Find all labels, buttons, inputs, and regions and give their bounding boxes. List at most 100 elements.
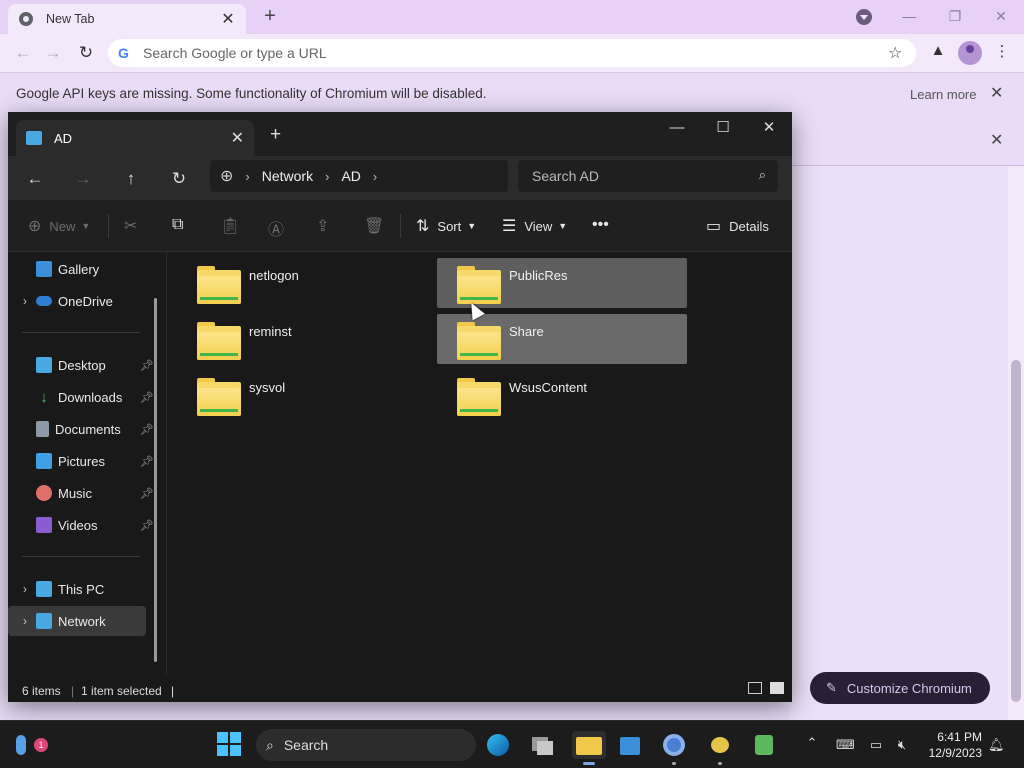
close-icon[interactable]: ✕: [990, 130, 1003, 150]
close-window-icon[interactable]: ✕: [746, 116, 792, 140]
taskbar-search[interactable]: ⌕ Search: [256, 729, 476, 761]
chevron-right-icon[interactable]: ›: [245, 169, 249, 184]
breadcrumb-network[interactable]: Network: [262, 168, 313, 184]
file-explorer-taskbar-icon[interactable]: [572, 731, 606, 765]
pin-icon[interactable]: 📌︎: [140, 487, 154, 500]
scrollbar-thumb[interactable]: [1011, 360, 1021, 702]
details-button[interactable]: ▭ Details: [706, 216, 769, 236]
delete-icon[interactable]: 🗑︎: [364, 216, 392, 236]
forward-icon[interactable]: →: [42, 42, 64, 64]
new-tab-button[interactable]: +: [270, 124, 281, 146]
sort-icon: ⇅: [416, 218, 430, 235]
maximize-icon[interactable]: ☐: [700, 116, 746, 140]
chevron-up-icon[interactable]: ⌃: [804, 735, 820, 751]
pin-icon[interactable]: 📌︎: [140, 423, 154, 436]
sidebar-item-downloads[interactable]: ↓ Downloads 📌︎: [8, 382, 154, 412]
close-window-icon[interactable]: ✕: [978, 4, 1024, 28]
close-icon[interactable]: ✕: [220, 9, 236, 29]
restore-icon[interactable]: ❐: [932, 4, 978, 28]
chromium-icon: [19, 12, 33, 26]
chevron-right-icon[interactable]: ›: [373, 169, 377, 184]
forward-icon[interactable]: →: [72, 168, 94, 190]
share-icon[interactable]: ⇪: [316, 216, 337, 236]
folder-name: sysvol: [249, 380, 286, 395]
experiments-icon[interactable]: ▲: [928, 42, 948, 62]
folder-icon: [197, 378, 241, 416]
nav-scrollbar[interactable]: [154, 298, 157, 662]
app-bee-icon[interactable]: [706, 731, 734, 765]
sidebar-item-music[interactable]: Music 📌︎: [8, 478, 154, 508]
pin-icon[interactable]: 📌︎: [140, 391, 154, 404]
folder-item-sysvol[interactable]: sysvol: [177, 370, 427, 420]
pencil-icon: ✎: [826, 680, 837, 695]
learn-more-link[interactable]: Learn more: [910, 87, 976, 102]
explorer-tab-ad[interactable]: AD ✕: [16, 120, 254, 156]
profile-avatar[interactable]: [958, 41, 982, 65]
weather-widget-icon[interactable]: 1: [10, 731, 48, 759]
pin-icon[interactable]: 📌︎: [140, 359, 154, 372]
breadcrumb-ad[interactable]: AD: [341, 168, 360, 184]
sidebar-item-desktop[interactable]: Desktop 📌︎: [8, 350, 154, 380]
chevron-right-icon[interactable]: ›: [14, 294, 36, 308]
copy-icon[interactable]: ⧉: [172, 216, 191, 234]
store-icon[interactable]: [616, 731, 644, 759]
view-button[interactable]: ☰ View ▼: [502, 216, 567, 236]
tab-search-icon[interactable]: [856, 9, 872, 25]
chevron-right-icon[interactable]: ›: [325, 169, 329, 184]
start-icon[interactable]: [216, 731, 244, 759]
chevron-right-icon[interactable]: ›: [14, 614, 36, 628]
bookmark-star-icon[interactable]: ☆: [888, 43, 908, 63]
cut-icon[interactable]: ✂: [124, 216, 145, 236]
back-icon[interactable]: ←: [24, 168, 46, 190]
sidebar-item-onedrive[interactable]: › OneDrive: [8, 286, 148, 316]
keyboard-icon[interactable]: ⌨: [836, 737, 855, 753]
folder-item-share[interactable]: Share: [437, 314, 687, 364]
sidebar-item-pictures[interactable]: Pictures 📌︎: [8, 446, 154, 476]
close-icon[interactable]: ✕: [231, 128, 244, 148]
more-options-icon[interactable]: •••: [592, 216, 617, 234]
sidebar-item-gallery[interactable]: Gallery: [8, 254, 148, 284]
sidebar-item-this-pc[interactable]: › This PC: [8, 574, 148, 604]
download-icon: ↓: [40, 389, 48, 406]
refresh-icon[interactable]: ↻: [168, 168, 190, 190]
pin-icon[interactable]: 📌︎: [140, 519, 154, 532]
task-view-icon[interactable]: [528, 731, 556, 759]
taskbar-search-label: Search: [283, 737, 329, 753]
folder-item-reminst[interactable]: reminst: [177, 314, 427, 364]
minimize-icon[interactable]: —: [886, 4, 932, 28]
edge-icon[interactable]: [484, 731, 512, 759]
customize-chromium-button[interactable]: ✎ Customize Chromium: [810, 672, 990, 704]
clock[interactable]: 6:41 PM 12/9/2023: [926, 729, 982, 761]
close-icon[interactable]: ✕: [990, 83, 1003, 103]
sidebar-item-videos[interactable]: Videos 📌︎: [8, 510, 154, 540]
menu-icon[interactable]: ⋮: [992, 42, 1012, 62]
rename-icon[interactable]: Ⓐ: [268, 216, 292, 240]
back-icon[interactable]: ←: [12, 42, 34, 64]
omnibox[interactable]: G Search Google or type a URL ☆: [108, 39, 916, 67]
folder-item-netlogon[interactable]: netlogon: [177, 258, 427, 308]
folder-item-wsuscontent[interactable]: WsusContent: [437, 370, 687, 420]
search-icon[interactable]: ⌕: [759, 167, 766, 183]
app-tools-icon[interactable]: [750, 731, 778, 759]
up-icon[interactable]: ↑: [120, 168, 142, 190]
paste-icon[interactable]: 📋︎: [220, 216, 248, 236]
volume-muted-icon[interactable]: 🔇︎: [894, 737, 910, 753]
address-bar[interactable]: ⊕ › Network › AD ›: [210, 160, 508, 192]
sidebar-item-documents[interactable]: Documents 📌︎: [8, 414, 154, 444]
network-tray-icon[interactable]: ▭: [868, 737, 884, 753]
reload-icon[interactable]: ↻: [75, 42, 97, 64]
tiles-view-icon[interactable]: [770, 682, 784, 694]
chevron-right-icon[interactable]: ›: [14, 582, 36, 596]
chromium-taskbar-icon[interactable]: [660, 731, 688, 765]
new-button[interactable]: ⊕ New ▼: [28, 216, 90, 236]
details-view-icon[interactable]: [748, 682, 762, 694]
minimize-icon[interactable]: —: [654, 116, 700, 140]
folder-name: Share: [509, 324, 544, 339]
sidebar-item-network[interactable]: › Network: [8, 606, 146, 636]
chrome-tab-new-tab[interactable]: New Tab ✕: [8, 4, 246, 34]
new-tab-button[interactable]: +: [258, 4, 282, 28]
pin-icon[interactable]: 📌︎: [140, 455, 154, 468]
notification-bell-icon[interactable]: 🔔︎: [988, 737, 1005, 753]
search-input[interactable]: Search AD ⌕: [518, 160, 778, 192]
sort-button[interactable]: ⇅ Sort ▼: [416, 216, 476, 236]
